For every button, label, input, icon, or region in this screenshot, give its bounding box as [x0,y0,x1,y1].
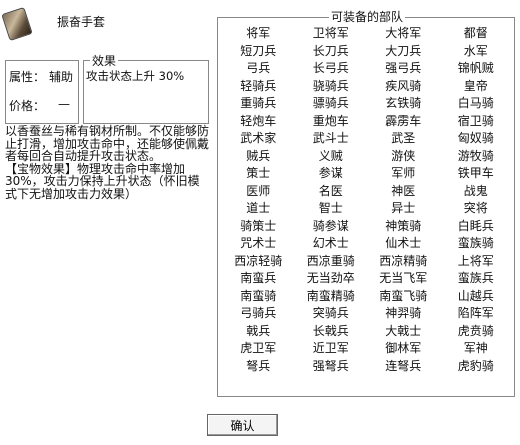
unit-cell: 铁甲车 [457,166,494,180]
unit-cell: 战鬼 [463,183,488,198]
unit-cell: 玄铁骑 [385,96,422,110]
unit-cell: 强弓兵 [385,61,422,75]
attribute-value-price: — [58,97,70,111]
unit-cell: 策士 [246,166,271,180]
unit-cell: 都督 [463,26,488,40]
unit-cell: 西凉精骑 [379,253,428,268]
unit-cell: 南蛮精骑 [306,288,355,303]
unit-cell: 神羿骑 [385,306,422,320]
unit-cell: 重骑兵 [240,96,277,110]
unit-cell: 骠骑兵 [312,96,349,110]
unit-cell: 骁骑兵 [312,78,349,93]
unit-cell: 御林军 [385,341,422,355]
item-icon [1,6,33,42]
unit-cell: 无当劲卒 [306,271,355,285]
unit-cell: 弓兵 [246,61,271,75]
unit-cell: 上将军 [457,253,494,268]
unit-cell: 骑参谋 [312,218,349,233]
unit-cell: 骑策士 [240,218,277,233]
unit-cell: 智士 [318,201,343,215]
confirm-button[interactable]: 确认 [207,414,278,436]
unit-cell: 仙术士 [385,236,422,250]
attribute-value-type: 辅助 [49,70,74,84]
attribute-label-price: 价格： [9,99,46,113]
unit-cell: 义贼 [318,148,343,163]
unit-cell: 神医 [391,183,416,198]
unit-cell: 南蛮骑 [240,288,277,303]
unit-cell: 虎卫军 [240,341,277,355]
unit-cell: 大刀兵 [385,43,422,58]
item-description: 以香蚕丝与稀有钢材所制。不仅能够防止打滑，增加攻击命中，还能够使佩戴者每回合自动… [5,124,210,201]
unit-cell: 神策骑 [385,218,422,233]
unit-cell: 锦帆贼 [457,61,494,75]
unit-cell: 蛮族骑 [457,236,494,250]
unit-cell: 军师 [391,166,416,180]
equippable-units-grid: 将军 卫将军 大将军 都督短刀兵 长刀兵 大刀兵 水军弓兵 长弓兵 强弓兵 锦帆贼轻骑兵 骁骑兵 疾风… [222,25,512,375]
unit-cell: 弩兵 [246,358,271,373]
unit-cell: 名医 [318,183,343,198]
unit-cell: 武斗士 [312,131,349,145]
unit-cell: 长戟兵 [312,323,349,338]
attribute-label-type: 属性： [9,70,46,84]
unit-cell: 长弓兵 [312,61,349,75]
unit-cell: 南蛮飞骑 [379,288,428,303]
unit-cell: 军神 [463,341,488,355]
unit-cell: 轻骑兵 [240,78,277,93]
unit-cell: 皇帝 [463,78,488,93]
unit-cell: 戟兵 [246,323,271,338]
unit-cell: 医师 [246,183,271,198]
unit-cell: 大戟士 [385,323,422,338]
item-name: 振奋手套 [57,15,106,29]
unit-cell: 山越兵 [457,288,494,303]
unit-cell: 道士 [246,201,271,215]
unit-cell: 无当飞军 [379,271,428,285]
unit-cell: 突骑兵 [312,306,349,320]
unit-cell: 短刀兵 [240,43,277,58]
unit-cell: 轻炮车 [240,113,277,128]
unit-cell: 重炮车 [312,113,349,128]
unit-cell: 强弩兵 [312,358,349,373]
unit-cell: 疾风骑 [385,78,422,93]
unit-cell: 西凉轻骑 [234,253,283,268]
unit-cell: 幻术士 [312,236,349,250]
unit-cell: 将军 [246,26,271,40]
unit-cell: 大将军 [385,26,422,40]
unit-cell: 匈奴骑 [457,131,494,145]
unit-cell: 武圣 [391,131,416,145]
unit-cell: 游侠 [391,148,416,163]
unit-cell: 白眊兵 [457,218,494,233]
unit-cell: 霹雳车 [385,113,422,128]
unit-cell: 白马骑 [457,96,494,110]
unit-cell: 参谋 [318,166,343,180]
unit-cell: 陷阵军 [457,306,494,320]
unit-cell: 连弩兵 [385,358,422,373]
unit-cell: 突将 [463,201,488,215]
unit-cell: 游牧骑 [457,148,494,163]
unit-cell: 水军 [463,43,488,58]
unit-cell: 西凉重骑 [306,253,355,268]
effect-text: 攻击状态上升 30% [86,69,185,83]
unit-cell: 虎贲骑 [457,323,494,338]
unit-cell: 南蛮兵 [240,271,277,285]
unit-cell: 武术家 [240,131,277,145]
unit-cell: 虎豹骑 [457,358,494,373]
unit-cell: 长刀兵 [312,43,349,58]
effect-legend: 效果 [90,52,119,69]
unit-cell: 近卫军 [312,341,349,355]
unit-cell: 蛮族兵 [457,271,494,285]
unit-cell: 宿卫骑 [457,113,494,128]
unit-cell: 贼兵 [246,148,271,163]
unit-cell: 异士 [391,201,416,215]
unit-cell: 咒术士 [240,236,277,250]
unit-cell: 弓骑兵 [240,306,277,320]
unit-cell: 卫将军 [312,26,349,40]
equippable-units-legend: 可装备的部队 [329,8,406,25]
